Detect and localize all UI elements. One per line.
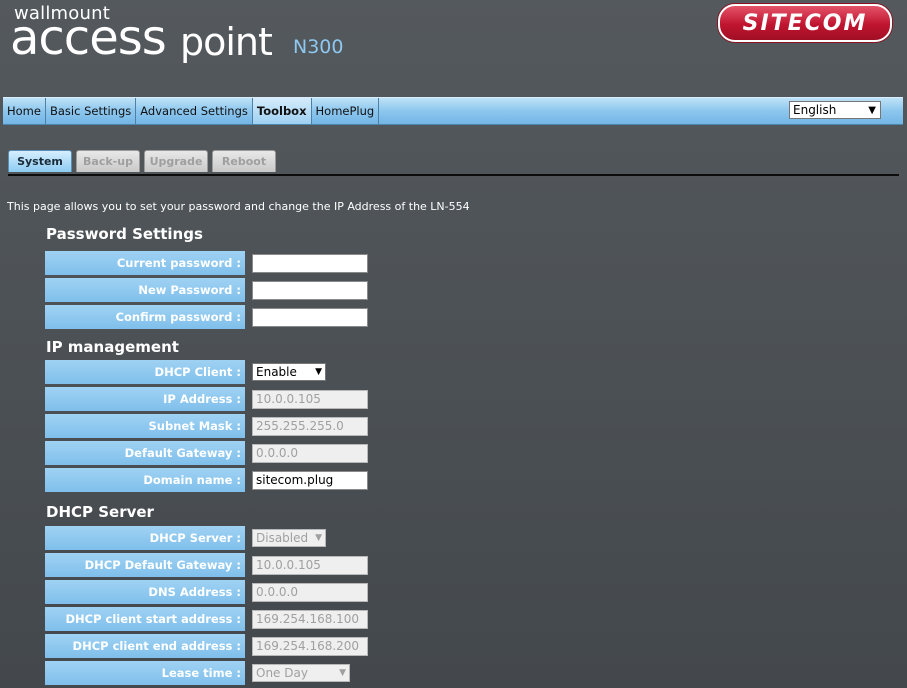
language-value: English xyxy=(793,103,837,117)
nav-home[interactable]: Home xyxy=(3,98,46,124)
toolbox-tabs: System Back-up Upgrade Reboot xyxy=(8,150,899,176)
dhcp-server-select[interactable]: Disabled ▼ xyxy=(252,529,326,547)
lease-time-value: One Day xyxy=(256,666,308,680)
ip-management-title: IP management xyxy=(46,338,179,356)
default-gateway-row: Default Gateway : 0.0.0.0 xyxy=(45,441,385,465)
ip-address-label: IP Address : xyxy=(45,387,245,411)
dhcp-client-row: DHCP Client : Enable ▼ xyxy=(45,360,385,384)
dhcp-server-value: Disabled xyxy=(256,531,309,545)
chevron-down-icon: ▼ xyxy=(315,367,322,377)
domain-name-label: Domain name : xyxy=(45,468,245,492)
nav-toolbox[interactable]: Toolbox xyxy=(252,98,312,124)
dhcp-client-value: Enable xyxy=(256,365,297,379)
confirm-password-input[interactable] xyxy=(252,308,368,327)
nav-homeplug[interactable]: HomePlug xyxy=(312,98,380,124)
lease-time-row: Lease time : One Day ▼ xyxy=(45,661,385,685)
dhcp-end-input[interactable]: 169.254.168.200 xyxy=(252,637,368,656)
default-gateway-label: Default Gateway : xyxy=(45,441,245,465)
domain-name-input[interactable]: sitecom.plug xyxy=(252,471,368,490)
chevron-down-icon: ▼ xyxy=(868,104,876,116)
dhcp-server-title: DHCP Server xyxy=(46,503,154,521)
dhcp-start-row: DHCP client start address : 169.254.168.… xyxy=(45,607,385,631)
tab-backup[interactable]: Back-up xyxy=(76,150,140,172)
dhcp-client-select[interactable]: Enable ▼ xyxy=(252,363,326,381)
ip-address-row: IP Address : 10.0.0.105 xyxy=(45,387,385,411)
chevron-down-icon: ▼ xyxy=(339,668,346,678)
dhcp-gateway-label: DHCP Default Gateway : xyxy=(45,553,245,577)
new-password-row: New Password : xyxy=(45,278,385,302)
lease-time-select[interactable]: One Day ▼ xyxy=(252,664,350,682)
chevron-down-icon: ▼ xyxy=(315,533,322,543)
language-select[interactable]: English ▼ xyxy=(789,101,881,119)
subnet-mask-input[interactable]: 255.255.255.0 xyxy=(252,417,368,436)
brand-point: point xyxy=(180,20,273,64)
tab-upgrade[interactable]: Upgrade xyxy=(144,150,208,172)
subnet-mask-row: Subnet Mask : 255.255.255.0 xyxy=(45,414,385,438)
main-nav: Home Basic Settings Advanced Settings To… xyxy=(3,97,903,125)
lease-time-label: Lease time : xyxy=(45,661,245,685)
dhcp-end-row: DHCP client end address : 169.254.168.20… xyxy=(45,634,385,658)
dhcp-start-label: DHCP client start address : xyxy=(45,607,245,631)
current-password-row: Current password : xyxy=(45,251,385,275)
dhcp-client-label: DHCP Client : xyxy=(45,360,245,384)
brand-access: access xyxy=(10,10,167,66)
confirm-password-row: Confirm password : xyxy=(45,305,385,329)
tab-system[interactable]: System xyxy=(8,150,72,172)
page-description: This page allows you to set your passwor… xyxy=(7,200,470,213)
nav-advanced-settings[interactable]: Advanced Settings xyxy=(136,98,253,124)
current-password-label: Current password : xyxy=(45,251,245,275)
new-password-label: New Password : xyxy=(45,278,245,302)
dhcp-server-label: DHCP Server : xyxy=(45,526,245,550)
dhcp-end-label: DHCP client end address : xyxy=(45,634,245,658)
dhcp-gateway-row: DHCP Default Gateway : 10.0.0.105 xyxy=(45,553,385,577)
confirm-password-label: Confirm password : xyxy=(45,305,245,329)
nav-basic-settings[interactable]: Basic Settings xyxy=(46,98,137,124)
new-password-input[interactable] xyxy=(252,281,368,300)
dns-address-label: DNS Address : xyxy=(45,580,245,604)
dns-address-input[interactable]: 0.0.0.0 xyxy=(252,583,368,602)
tab-reboot[interactable]: Reboot xyxy=(212,150,276,172)
current-password-input[interactable] xyxy=(252,254,368,273)
dhcp-gateway-input[interactable]: 10.0.0.105 xyxy=(252,556,368,575)
domain-name-row: Domain name : sitecom.plug xyxy=(45,468,385,492)
sitecom-logo: SITECOM xyxy=(718,4,892,42)
subnet-mask-label: Subnet Mask : xyxy=(45,414,245,438)
dns-address-row: DNS Address : 0.0.0.0 xyxy=(45,580,385,604)
logo-text: SITECOM xyxy=(742,10,868,36)
password-settings-title: Password Settings xyxy=(46,225,203,243)
dhcp-start-input[interactable]: 169.254.168.100 xyxy=(252,610,368,629)
ip-address-input[interactable]: 10.0.0.105 xyxy=(252,390,368,409)
default-gateway-input[interactable]: 0.0.0.0 xyxy=(252,444,368,463)
brand-model: N300 xyxy=(293,36,344,58)
dhcp-server-row: DHCP Server : Disabled ▼ xyxy=(45,526,385,550)
